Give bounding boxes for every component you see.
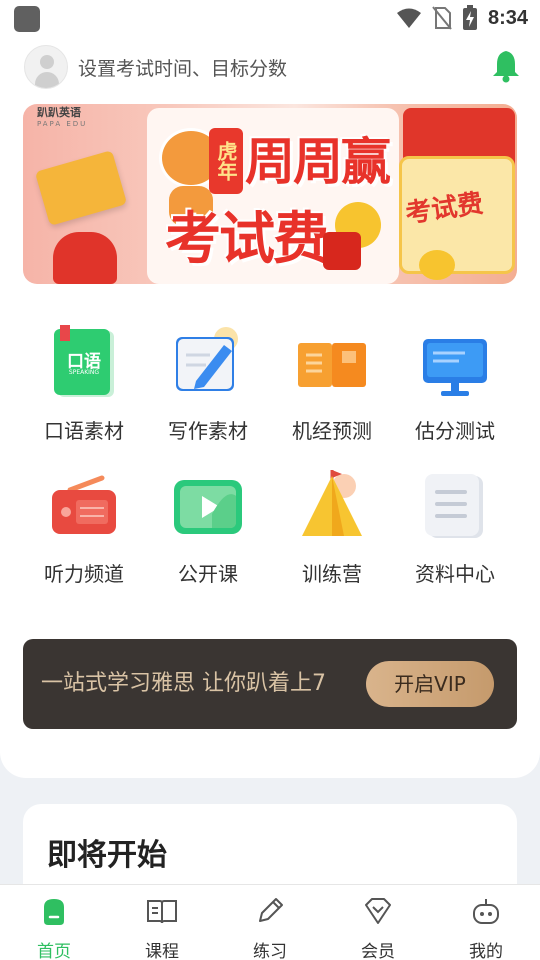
banner-ticket-illustration (34, 150, 128, 226)
grid-label-open-class: 公开课 (178, 562, 238, 586)
exam-settings-row: 设置考试时间、目标分数 (24, 44, 524, 90)
book-open-icon (147, 900, 177, 924)
home-main-panel: 设置考试时间、目标分数 趴趴英语 PAPA EDU 虎年 周周赢 考试费 考试费 (0, 36, 540, 778)
grid-label-speaking: 口语素材 (44, 419, 124, 443)
grid-label-prediction: 机经预测 (292, 419, 372, 443)
radio-icon (44, 466, 124, 546)
tab-label-membership: 会员 (361, 942, 395, 960)
tab-profile[interactable]: 我的 (432, 885, 540, 960)
avatar-head-shape (40, 55, 54, 69)
grid-label-resource-center: 资料中心 (415, 562, 495, 586)
grid-label-listening: 听力频道 (44, 562, 124, 586)
bottom-tab-bar: 首页 课程 练习 会员 我的 (0, 884, 540, 960)
camp-tent-icon (292, 466, 372, 546)
tab-label-profile: 我的 (469, 942, 503, 960)
banner-title-line2: 考试费 (165, 207, 329, 272)
no-sim-icon (432, 6, 452, 30)
grid-label-score-test: 估分测试 (415, 419, 495, 443)
grid-label-training-camp: 训练营 (302, 562, 362, 586)
set-exam-goal-link[interactable]: 设置考试时间、目标分数 (78, 54, 287, 81)
tab-label-practice: 练习 (253, 942, 287, 960)
banner-lucky-bag-illustration (53, 232, 117, 284)
speaking-icon-sub: SPEAKING (68, 369, 100, 376)
grid-item-score-test[interactable]: 估分测试 (393, 323, 517, 444)
banner-title-line1: 周周赢 (245, 133, 391, 191)
tab-practice[interactable]: 练习 (216, 885, 324, 960)
avatar[interactable] (24, 45, 68, 89)
banner-red-envelope (323, 232, 361, 270)
speaking-book-icon: 口语 SPEAKING (44, 323, 124, 403)
battery-charging-icon (462, 5, 477, 30)
grid-item-training-camp[interactable]: 训练营 (270, 466, 394, 587)
tab-home[interactable]: 首页 (0, 885, 108, 960)
grid-item-prediction[interactable]: 机经预测 (270, 323, 394, 444)
grid-item-writing[interactable]: 写作素材 (146, 323, 270, 444)
monitor-icon (415, 323, 495, 403)
bell-icon[interactable] (488, 48, 524, 84)
diamond-icon (365, 898, 391, 924)
grid-item-open-class[interactable]: 公开课 (146, 466, 270, 587)
pencil-icon (259, 898, 283, 922)
profile-robot-icon (473, 899, 499, 924)
upcoming-title: 即将开始 (47, 838, 167, 873)
grid-item-speaking[interactable]: 口语 SPEAKING 口语素材 (22, 323, 146, 444)
document-icon (415, 466, 495, 546)
open-book-icon (292, 323, 372, 403)
vip-slogan: 一站式学习雅思 让你趴着上7 (41, 671, 326, 696)
clock: 8:34 (487, 6, 528, 29)
status-bar: 8:34 (0, 0, 540, 36)
grid-item-resource-center[interactable]: 资料中心 (393, 466, 517, 587)
vip-promo-bar[interactable]: 一站式学习雅思 让你趴着上7 开启VIP (23, 639, 517, 729)
avatar-body-shape (35, 72, 59, 88)
banner-logo-text: 趴趴英语 (37, 106, 81, 119)
banner-right-duck (419, 250, 455, 280)
tab-membership[interactable]: 会员 (324, 885, 432, 960)
banner-logo: 趴趴英语 PAPA EDU (37, 104, 87, 128)
banner-year-tag: 虎年 (209, 128, 243, 194)
app-notification-icon (14, 6, 40, 32)
wifi-icon (396, 8, 421, 28)
open-vip-button[interactable]: 开启VIP (366, 661, 494, 707)
tab-label-home: 首页 (37, 942, 71, 960)
video-play-icon (168, 466, 248, 546)
tab-label-courses: 课程 (145, 942, 179, 960)
promo-banner[interactable]: 趴趴英语 PAPA EDU 虎年 周周赢 考试费 考试费 (23, 104, 517, 284)
tab-courses[interactable]: 课程 (108, 885, 216, 960)
status-icons: 8:34 (396, 4, 528, 32)
grid-item-listening[interactable]: 听力频道 (22, 466, 146, 587)
home-icon (44, 899, 64, 925)
grid-label-writing: 写作素材 (168, 419, 248, 443)
writing-pen-icon (168, 323, 248, 403)
banner-logo-sub: PAPA EDU (37, 120, 88, 128)
